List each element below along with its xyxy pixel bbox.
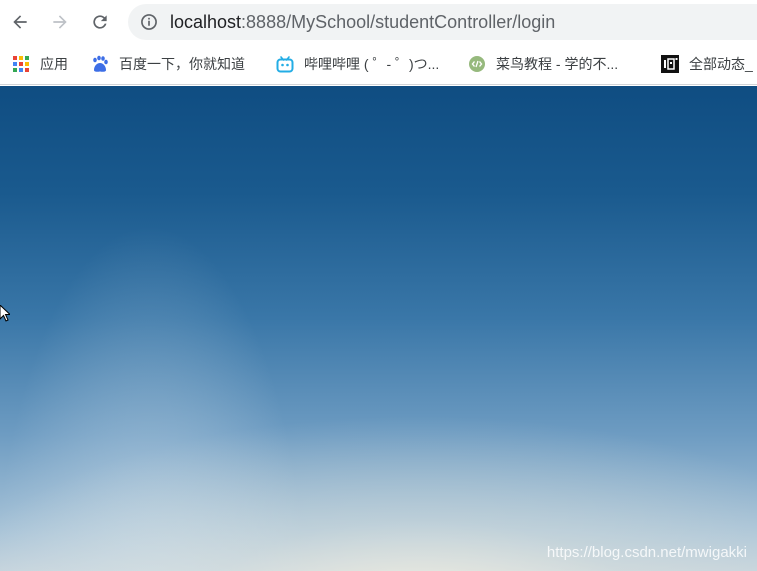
bookmark-label: 哔哩哔哩 ( ゜- ゜)つ...: [304, 56, 440, 72]
forward-button[interactable]: [40, 2, 80, 42]
runoob-icon: [469, 56, 485, 72]
bookmark-label: 全部动态_: [689, 56, 753, 72]
bookmarks-bar: 应用 百度一下，你就知道 哔哩哔哩 ( ゜- ゜)つ... 菜鸟教程 - 学的不…: [0, 45, 757, 85]
csdn-watermark: https://blog.csdn.net/mwigakki: [546, 544, 747, 561]
address-bar[interactable]: localhost:8888/MySchool/studentControlle…: [128, 4, 757, 40]
browser-toolbar: localhost:8888/MySchool/studentControlle…: [0, 0, 757, 45]
hot-icon: [661, 55, 679, 73]
bilibili-icon: [276, 56, 294, 73]
reload-button[interactable]: [80, 2, 120, 42]
bookmark-bilibili[interactable]: 哔哩哔哩 ( ゜- ゜)つ...: [276, 53, 439, 75]
bookmark-baidu[interactable]: 百度一下，你就知道: [91, 53, 245, 75]
mouse-cursor-icon: [0, 305, 10, 322]
info-icon[interactable]: [139, 12, 159, 32]
bookmark-label: 菜鸟教程 - 学的不...: [496, 56, 619, 72]
bookmark-all-activity[interactable]: 全部动态_: [661, 53, 753, 75]
bookmark-label: 百度一下，你就知道: [119, 56, 245, 72]
back-button[interactable]: [0, 2, 40, 42]
url-text[interactable]: localhost:8888/MySchool/studentControlle…: [170, 12, 555, 32]
bookmark-apps[interactable]: 应用: [12, 53, 68, 75]
arrow-left-icon: [13, 15, 27, 29]
apps-grid-icon: [13, 56, 29, 72]
bookmark-runoob[interactable]: 菜鸟教程 - 学的不...: [468, 53, 618, 75]
url-path: :8888/MySchool/studentController/login: [241, 12, 556, 32]
baidu-icon: [93, 55, 108, 72]
url-host: localhost: [170, 12, 242, 32]
bookmark-label: 应用: [40, 56, 68, 72]
arrow-right-icon: [53, 15, 67, 29]
reload-icon: [93, 15, 107, 29]
page-content-background: https://blog.csdn.net/mwigakki: [0, 86, 757, 571]
